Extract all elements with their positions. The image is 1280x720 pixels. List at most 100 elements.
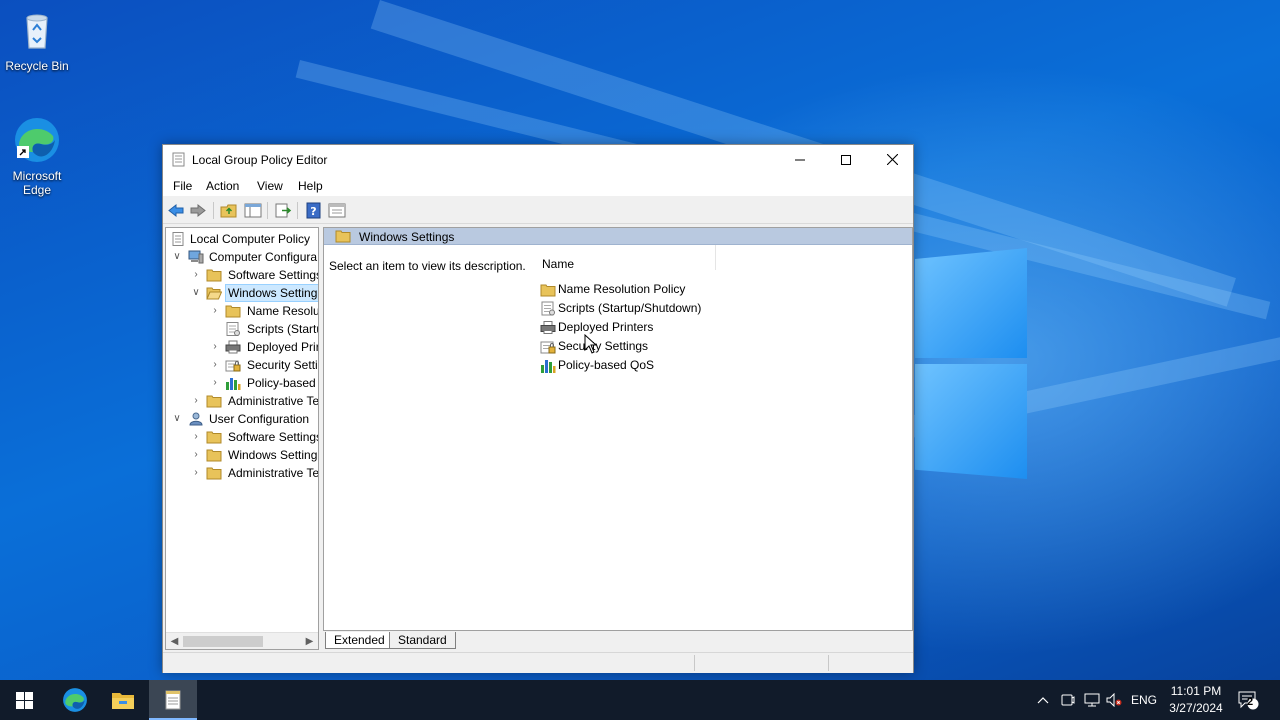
scroll-right-icon[interactable]: ▶ xyxy=(301,633,318,649)
forward-arrow-icon[interactable] xyxy=(189,202,207,219)
minimize-button[interactable] xyxy=(777,145,823,174)
help-icon[interactable]: ? xyxy=(305,202,323,219)
menu-view[interactable]: View xyxy=(257,179,283,193)
chevron-right-icon[interactable]: › xyxy=(209,356,221,374)
taskbar-clock[interactable]: 11:01 PM 3/27/2024 xyxy=(1160,683,1232,717)
tree-node-user-configuration[interactable]: ∨ User Configuration xyxy=(166,410,318,428)
chevron-right-icon[interactable]: › xyxy=(209,302,221,320)
tree-node-label: Windows Setting xyxy=(225,284,318,302)
status-divider xyxy=(828,655,829,671)
chevron-right-icon[interactable]: › xyxy=(209,338,221,356)
folder-icon xyxy=(225,305,241,318)
taskbar-policy-editor-button[interactable] xyxy=(149,680,197,720)
properties-icon[interactable] xyxy=(328,202,346,219)
desktop-icon-edge[interactable]: Microsoft Edge xyxy=(0,116,74,197)
tree-node-user-windows-settings[interactable]: › Windows Setting xyxy=(166,446,318,464)
tree-node-deployed-printers[interactable]: › Deployed Prir xyxy=(166,338,319,356)
show-hidden-icons-button[interactable] xyxy=(1034,680,1052,720)
tree-node-windows-settings[interactable]: ∨ Windows Setting xyxy=(166,284,318,302)
desktop-icon-label: Microsoft xyxy=(12,169,62,183)
volume-button[interactable] xyxy=(1104,680,1124,720)
list-item-label: Scripts (Startup/Shutdown) xyxy=(558,301,702,315)
maximize-button[interactable] xyxy=(823,145,869,174)
tab-extended[interactable]: Extended xyxy=(325,632,394,649)
tree-horizontal-scrollbar[interactable]: ◀ ▶ xyxy=(166,632,318,649)
edge-icon xyxy=(15,118,59,162)
tree-node-computer-configuration[interactable]: ∨ Computer Configura xyxy=(166,248,318,266)
toolbar-separator xyxy=(213,202,214,219)
tree-node-policy-based-qos[interactable]: › Policy-based xyxy=(166,374,318,392)
taskbar: ENG 11:01 PM 3/27/2024 2 xyxy=(0,680,1280,720)
taskbar-edge-button[interactable] xyxy=(51,680,99,720)
tree-node-scripts[interactable]: Scripts (Startu xyxy=(166,320,319,338)
menu-file[interactable]: File xyxy=(173,179,192,193)
camera-icon xyxy=(1061,694,1075,706)
console-tree[interactable]: Local Computer Policy ∨ Computer Configu… xyxy=(165,227,319,650)
toolbar: ? xyxy=(163,197,913,224)
action-center-button[interactable]: 2 xyxy=(1234,680,1262,720)
tree-node-name-resolution[interactable]: › Name Resolut xyxy=(166,302,318,320)
language-indicator[interactable]: ENG xyxy=(1128,680,1160,720)
list-item-label: Name Resolution Policy xyxy=(558,282,686,296)
chevron-right-icon[interactable]: › xyxy=(209,374,221,392)
tree-node-label: Software Settings xyxy=(228,430,319,444)
folder-icon xyxy=(206,395,222,408)
chevron-down-icon[interactable]: ∨ xyxy=(171,410,183,428)
chevron-down-icon[interactable]: ∨ xyxy=(190,284,202,302)
chevron-right-icon[interactable]: › xyxy=(190,464,202,482)
meet-now-button[interactable] xyxy=(1058,680,1078,720)
tree-root[interactable]: Local Computer Policy xyxy=(166,230,318,248)
desktop-icon-recycle-bin[interactable]: Recycle Bin xyxy=(0,8,74,73)
folder-icon xyxy=(206,467,222,480)
tree-node-security-settings[interactable]: › Security Settir xyxy=(166,356,318,374)
column-header-name[interactable]: Name xyxy=(526,245,716,271)
group-policy-editor-window: Local Group Policy Editor File Action Vi… xyxy=(162,144,914,673)
description-text: Select an item to view its description. xyxy=(329,259,526,273)
tree-node-label: Scripts (Startu xyxy=(247,322,319,336)
scroll-left-icon[interactable]: ◀ xyxy=(166,633,183,649)
windows-start-icon xyxy=(15,691,33,709)
up-folder-icon[interactable] xyxy=(220,202,238,219)
menu-action[interactable]: Action xyxy=(206,179,239,193)
tree-node-label: Administrative Te xyxy=(228,466,319,480)
tree-node-label: User Configuration xyxy=(209,412,310,426)
tab-standard[interactable]: Standard xyxy=(389,632,456,649)
folder-icon xyxy=(540,284,556,297)
item-list[interactable]: Name Name Resolution Policy Scripts (Sta… xyxy=(526,245,912,630)
tree-node-label: Deployed Prir xyxy=(247,340,319,354)
tree-node-administrative-templates[interactable]: › Administrative Te xyxy=(166,392,318,410)
tree-node-user-administrative-templates[interactable]: › Administrative Te xyxy=(166,464,319,482)
taskbar-file-explorer-button[interactable] xyxy=(99,680,147,720)
notification-count-badge: 2 xyxy=(1247,696,1254,708)
close-button[interactable] xyxy=(869,145,915,174)
tree-root-label: Local Computer Policy xyxy=(190,232,311,246)
start-button[interactable] xyxy=(0,680,48,720)
chevron-right-icon[interactable]: › xyxy=(190,266,202,284)
details-header-title: Windows Settings xyxy=(359,230,455,244)
menu-help[interactable]: Help xyxy=(298,179,323,193)
mouse-cursor-icon xyxy=(584,334,598,354)
scripts-icon xyxy=(541,301,555,316)
policy-editor-icon xyxy=(165,690,181,710)
scrollbar-thumb[interactable] xyxy=(183,636,263,647)
chart-icon xyxy=(541,360,556,373)
tree-node-user-software-settings[interactable]: › Software Settings xyxy=(166,428,319,446)
policy-document-icon xyxy=(172,232,184,246)
export-list-icon[interactable] xyxy=(274,202,292,219)
tree-node-label: Computer Configura xyxy=(209,250,318,264)
back-arrow-icon[interactable] xyxy=(167,202,185,219)
chevron-right-icon[interactable]: › xyxy=(190,428,202,446)
desktop-icon-label: Edge xyxy=(22,183,52,197)
printer-icon xyxy=(540,321,556,334)
network-button[interactable] xyxy=(1082,680,1102,720)
folder-icon xyxy=(206,431,222,444)
folder-open-icon xyxy=(206,287,222,300)
title-bar[interactable]: Local Group Policy Editor xyxy=(163,145,913,174)
tree-node-software-settings[interactable]: › Software Settings xyxy=(166,266,319,284)
show-hide-tree-icon[interactable] xyxy=(244,202,262,219)
chevron-down-icon[interactable]: ∨ xyxy=(171,248,183,266)
status-divider xyxy=(694,655,695,671)
tree-node-label: Software Settings xyxy=(228,268,319,282)
chevron-right-icon[interactable]: › xyxy=(190,392,202,410)
chevron-right-icon[interactable]: › xyxy=(190,446,202,464)
